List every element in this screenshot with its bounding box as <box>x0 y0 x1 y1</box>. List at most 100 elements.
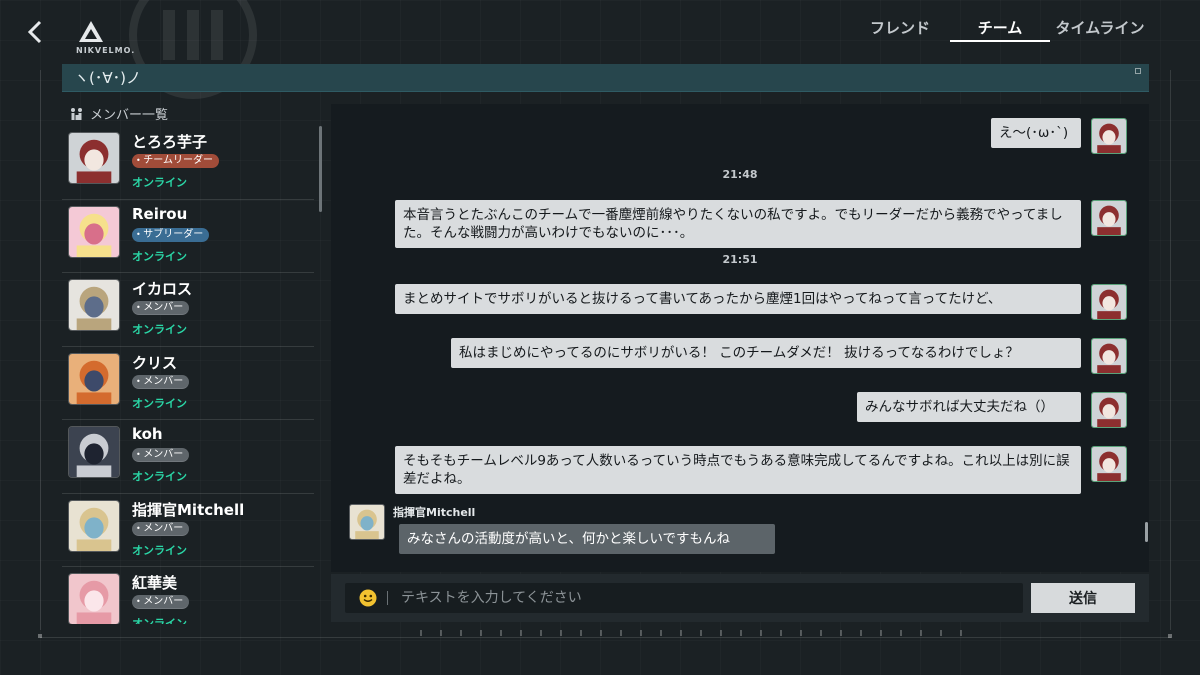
frame-corner-dot <box>38 634 42 638</box>
member-role-badge: • メンバー <box>132 521 190 536</box>
member-online-status: オンライン <box>132 176 187 189</box>
character-portrait-icon <box>350 505 384 539</box>
member-role-badge: • メンバー <box>132 448 190 462</box>
chat-scrollbar[interactable] <box>1145 522 1148 542</box>
character-portrait-icon <box>1092 119 1126 153</box>
logo-text: NIKVELMO. <box>76 46 136 55</box>
member-row[interactable]: Reirou • サブリーダー オンライン <box>62 200 314 273</box>
member-role-badge: • メンバー <box>132 374 190 389</box>
member-role-badge: • チームリーダー <box>132 154 219 168</box>
member-role-label: メンバー <box>143 302 184 313</box>
member-row[interactable]: 指揮官Mitchell • メンバー オンライン <box>62 494 314 567</box>
member-list-title: メンバー一覧 <box>90 108 169 123</box>
sender-avatar[interactable] <box>1091 392 1127 428</box>
team-name: ヽ(･∀･)ノ <box>74 69 141 87</box>
member-online-status: オンライン <box>132 249 187 263</box>
character-portrait-icon <box>69 133 119 183</box>
member-role-label: メンバー <box>143 449 184 460</box>
character-portrait-icon <box>69 427 119 477</box>
member-avatar <box>68 132 120 184</box>
chat-message-outgoing: 本音言うとたぶんこのチームで一番塵煙前線やりたくないの私ですよ。でもリーダーだか… <box>395 200 1081 248</box>
member-online-status: オンライン <box>132 396 187 410</box>
chat-message-outgoing: そもそもチームレベル9あって人数いるっていう時点でもうある意味完成してるんですよ… <box>395 446 1081 494</box>
tab-bar: フレンド チーム タイムライン <box>850 14 1150 42</box>
character-portrait-icon <box>69 574 119 624</box>
member-role-label: サブリーダー <box>143 228 204 240</box>
character-portrait-icon <box>1092 339 1126 373</box>
member-role-label: メンバー <box>143 596 184 607</box>
members-icon <box>71 108 82 120</box>
member-avatar <box>68 426 120 478</box>
member-role-badge: • メンバー <box>132 301 190 315</box>
member-avatar <box>68 352 120 405</box>
footer-ticks-decoration <box>420 630 980 636</box>
member-online-status: オンライン <box>132 323 187 336</box>
member-role-label: メンバー <box>143 522 184 534</box>
character-portrait-icon <box>1092 393 1126 427</box>
chat-panel: え〜(･ω･`) 21:48 本音言うとたぶんこのチームで一番塵煙前線やりたくないの… <box>331 104 1149 572</box>
member-role-badge: • メンバー <box>132 595 190 609</box>
tab-timeline[interactable]: タイムライン <box>1050 14 1150 42</box>
member-name: イカロス <box>132 280 193 298</box>
chat-message-input[interactable] <box>401 585 1001 611</box>
sender-avatar[interactable] <box>1091 338 1127 374</box>
team-bar-corner-deco <box>1135 68 1141 74</box>
logo-triangle-icon <box>79 21 103 42</box>
input-divider <box>387 591 388 605</box>
member-list-header: メンバー一覧 <box>70 104 168 123</box>
member-row[interactable]: とろろ芋子 • チームリーダー オンライン <box>62 126 314 200</box>
member-online-status: オンライン <box>132 543 187 557</box>
back-button[interactable] <box>22 18 50 46</box>
member-row[interactable]: クリス • メンバー オンライン <box>62 347 314 420</box>
member-name: とろろ芋子 <box>132 133 208 151</box>
team-name-bar: ヽ(･∀･)ノ <box>62 64 1149 92</box>
character-portrait-icon <box>1092 201 1126 235</box>
member-online-status: オンライン <box>132 470 187 483</box>
character-portrait-icon <box>1092 285 1126 319</box>
member-row[interactable]: イカロス • メンバー オンライン <box>62 273 314 347</box>
character-portrait-icon <box>69 353 119 404</box>
member-list: とろろ芋子 • チームリーダー オンライン Reirou • サブリーダー オンライン イカ… <box>62 126 314 624</box>
member-role-label: メンバー <box>143 375 184 387</box>
member-list-scrollbar[interactable] <box>319 126 322 212</box>
tab-team[interactable]: チーム <box>950 14 1050 42</box>
tab-friends[interactable]: フレンド <box>850 14 950 42</box>
chat-input-bar: 送信 <box>331 574 1149 622</box>
member-role-badge: • サブリーダー <box>132 227 210 242</box>
member-avatar <box>68 573 120 624</box>
chat-message-outgoing: え〜(･ω･`) <box>991 118 1081 148</box>
sender-avatar[interactable] <box>1091 284 1127 320</box>
member-avatar <box>68 499 120 552</box>
sender-avatar[interactable] <box>1091 118 1127 154</box>
chat-message-outgoing: 私はまじめにやってるのにサボリがいる！ このチームダメだ！ 抜けるってなるわけで… <box>451 338 1081 368</box>
character-portrait-icon <box>69 206 119 257</box>
member-name: クリス <box>132 353 178 372</box>
sender-avatar[interactable] <box>1091 200 1127 236</box>
member-online-status: オンライン <box>132 617 187 624</box>
member-row[interactable]: 紅華美 • メンバーオンライン <box>62 567 314 624</box>
smiley-face-icon[interactable] <box>359 589 377 607</box>
sender-avatar[interactable] <box>1091 446 1127 482</box>
character-portrait-icon <box>1092 447 1126 481</box>
member-name: 紅華美 <box>132 574 178 592</box>
member-role-label: チームリーダー <box>143 155 213 166</box>
sender-avatar[interactable] <box>349 504 385 540</box>
chat-message-outgoing: みんなサボれば大丈夫だね（） <box>857 392 1081 422</box>
chat-message-outgoing: まとめサイトでサボリがいると抜けるって書いてあったから塵煙1回はやってねって言っ… <box>395 284 1081 314</box>
chat-timestamp: 21:51 <box>722 253 758 266</box>
game-logo: NIKVELMO. <box>76 20 156 60</box>
member-avatar <box>68 279 120 331</box>
chat-timestamp: 21:48 <box>722 168 758 181</box>
member-row[interactable]: koh • メンバー オンライン <box>62 420 314 494</box>
frame-corner-dot <box>1168 634 1172 638</box>
send-button[interactable]: 送信 <box>1031 583 1135 613</box>
frame-right-line <box>1170 70 1171 630</box>
member-name: Reirou <box>132 204 188 223</box>
chat-text-field <box>345 583 1023 613</box>
frame-left-line <box>40 70 41 630</box>
member-name: koh <box>132 425 163 443</box>
message-sender-name: 指揮官Mitchell <box>393 506 476 519</box>
member-avatar <box>68 205 120 258</box>
character-portrait-icon <box>69 500 119 551</box>
member-name: 指揮官Mitchell <box>132 500 245 519</box>
